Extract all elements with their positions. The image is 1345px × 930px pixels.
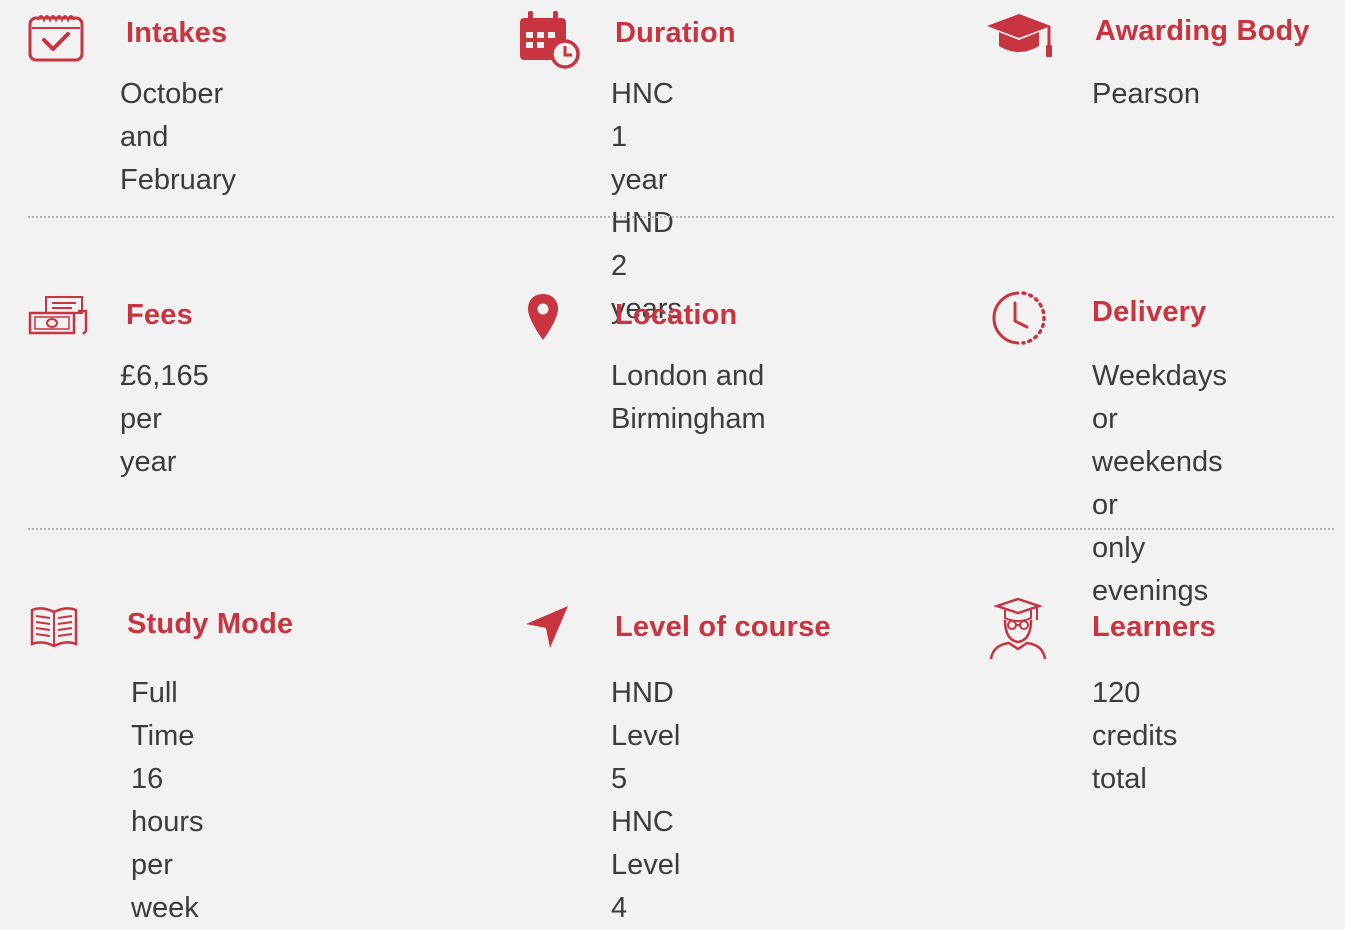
item-title: Level of course (615, 611, 831, 643)
item-value: Full Time 16 hours per week (131, 677, 204, 924)
item-value: 120 credits total (1092, 677, 1178, 795)
open-book-icon (30, 607, 78, 648)
graduation-cap-icon (987, 14, 1052, 57)
item-title: Fees (126, 299, 193, 331)
item-title: Duration (615, 17, 736, 49)
calendar-clock-icon (520, 11, 580, 69)
item-value: HNC 1 year HND 2 years (611, 78, 682, 325)
item-value: Pearson (1092, 78, 1201, 110)
item-title: Location (615, 299, 738, 331)
calendar-check-icon (28, 15, 84, 62)
item-title: Study Mode (127, 608, 294, 640)
item-title: Intakes (126, 17, 228, 49)
item-title: Awarding Body (1095, 15, 1310, 47)
section-divider (28, 528, 1334, 530)
item-value: London and Birmingham (611, 360, 766, 435)
item-value: October and February (120, 78, 237, 196)
navigation-arrow-icon (526, 606, 568, 648)
section-divider (28, 216, 1334, 218)
item-value: Weekdays or weekends or only evenings (1092, 360, 1227, 607)
student-icon (989, 598, 1047, 660)
item-value: £6,165 per year (120, 360, 209, 478)
item-value: HND Level 5 HNC Level 4 (611, 677, 681, 924)
clock-icon (992, 291, 1046, 345)
item-title: Learners (1092, 611, 1217, 643)
item-title: Delivery (1092, 296, 1207, 328)
money-icon (28, 296, 88, 335)
map-pin-icon (528, 294, 558, 340)
